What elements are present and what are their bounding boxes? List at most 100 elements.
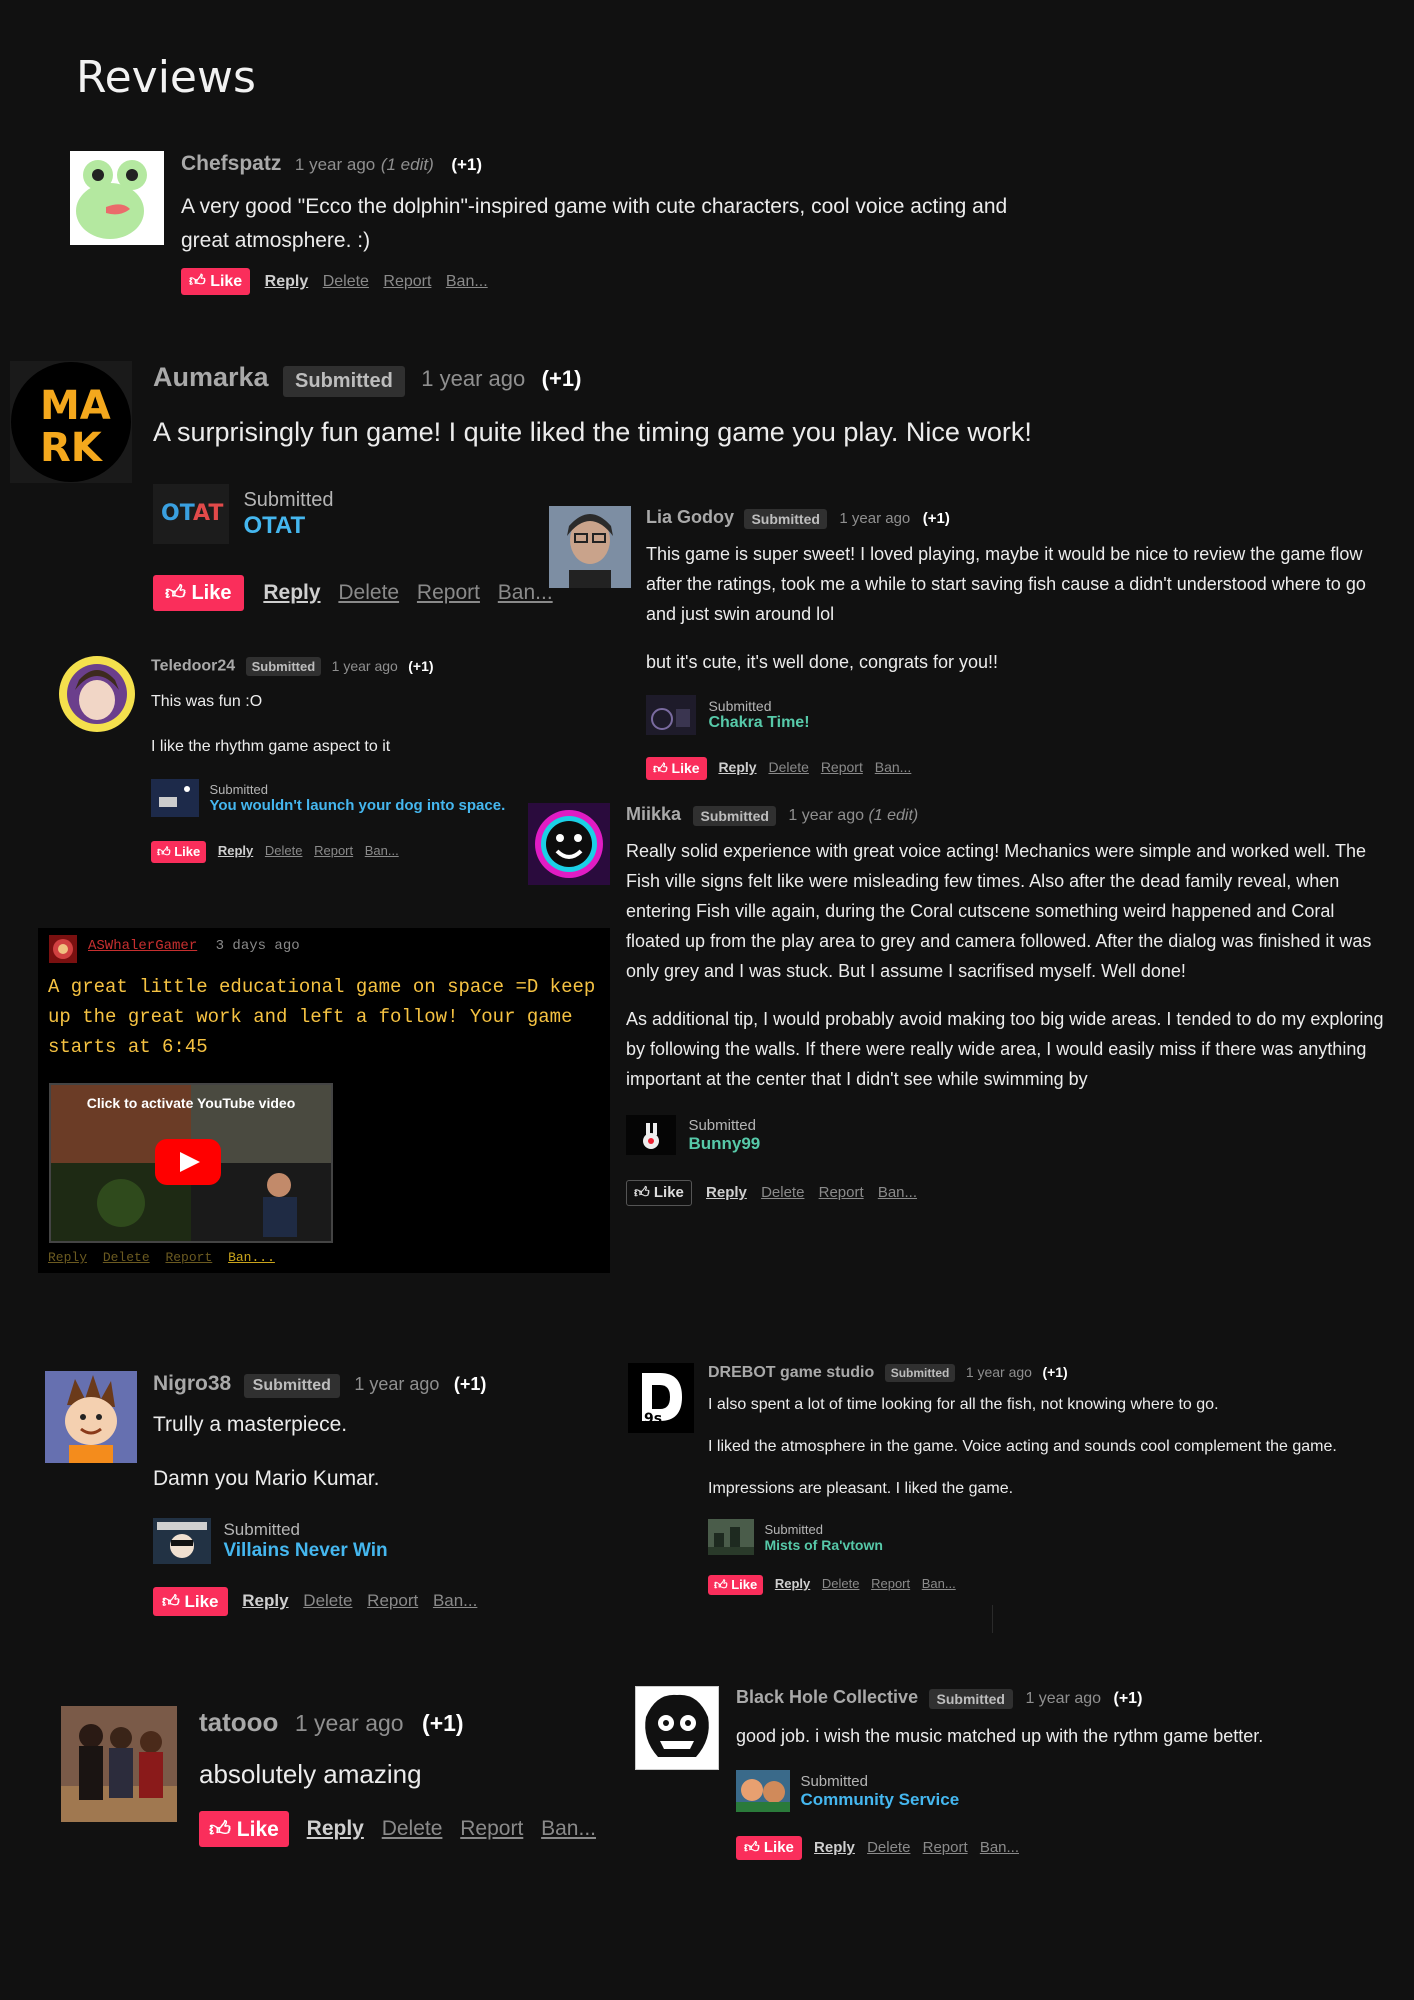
- username[interactable]: tatooo: [199, 1707, 278, 1737]
- timestamp: 1 year ago: [1025, 1690, 1102, 1707]
- review-body: Really solid experience with great voice…: [626, 836, 1386, 1094]
- game-thumbnail[interactable]: [153, 1518, 211, 1564]
- game-thumbnail[interactable]: [708, 1519, 754, 1555]
- delete-link[interactable]: Delete: [382, 1817, 443, 1840]
- report-link[interactable]: Report: [460, 1817, 523, 1840]
- thumbs-up-icon: 👍︎: [162, 1592, 180, 1611]
- like-button[interactable]: 👍︎ Like: [153, 575, 244, 611]
- report-link[interactable]: Report: [923, 1839, 968, 1856]
- community-service-icon: [736, 1770, 790, 1812]
- avatar-aswhalergamer[interactable]: [49, 935, 77, 963]
- delete-link[interactable]: Delete: [323, 273, 369, 290]
- ban-link[interactable]: Ban...: [446, 273, 488, 290]
- game-thumbnail[interactable]: OT AT: [153, 484, 229, 544]
- report-link[interactable]: Report: [871, 1576, 910, 1591]
- avatar-tatooo[interactable]: [61, 1706, 177, 1822]
- game-link[interactable]: OTAT: [243, 512, 333, 540]
- ban-link[interactable]: Ban...: [365, 843, 399, 858]
- delete-link[interactable]: Delete: [761, 1184, 804, 1201]
- like-button[interactable]: 👍︎ Like: [181, 268, 251, 295]
- review-actions: 👍︎ Like Reply Delete Report Ban...: [181, 268, 488, 295]
- delete-link[interactable]: Delete: [822, 1576, 860, 1591]
- reply-link[interactable]: Reply: [263, 581, 320, 604]
- avatar-black-hole-collective[interactable]: [635, 1686, 719, 1770]
- like-button[interactable]: 👍︎ Like: [626, 1180, 692, 1206]
- review-header: ASWhalerGamer 3 days ago: [88, 938, 300, 954]
- game-thumbnail[interactable]: [646, 695, 696, 735]
- reply-link[interactable]: Reply: [718, 759, 756, 775]
- reply-link[interactable]: Reply: [706, 1184, 747, 1201]
- reply-link[interactable]: Reply: [775, 1576, 810, 1591]
- report-link[interactable]: Report: [314, 843, 353, 858]
- timestamp: 1 year ago: [965, 1364, 1032, 1381]
- ban-link[interactable]: Ban...: [498, 581, 553, 604]
- like-button[interactable]: 👍︎ Like: [708, 1575, 764, 1595]
- youtube-embed[interactable]: Click to activate YouTube video: [49, 1083, 333, 1243]
- like-button[interactable]: 👍︎ Like: [199, 1811, 289, 1847]
- chakra-time-icon: [646, 695, 696, 735]
- ban-link[interactable]: Ban...: [228, 1250, 275, 1265]
- game-link[interactable]: Community Service: [800, 1790, 959, 1810]
- reply-link[interactable]: Reply: [48, 1250, 87, 1265]
- reply-link[interactable]: Reply: [242, 1591, 288, 1610]
- avatar-lia-godoy[interactable]: [549, 506, 631, 588]
- reply-link[interactable]: Reply: [265, 273, 309, 290]
- report-link[interactable]: Report: [821, 759, 863, 775]
- report-link[interactable]: Report: [383, 273, 431, 290]
- review-text: I also spent a lot of time looking for a…: [708, 1396, 1219, 1413]
- reply-link[interactable]: Reply: [218, 843, 253, 858]
- like-button[interactable]: 👍︎ Like: [736, 1836, 802, 1860]
- avatar-drebot[interactable]: 9s: [628, 1363, 694, 1433]
- frog-icon: [76, 157, 158, 239]
- reply-link[interactable]: Reply: [307, 1817, 364, 1840]
- game-link[interactable]: Mists of Ra'vtown: [764, 1537, 882, 1553]
- game-link[interactable]: You wouldn't launch your dog into space.: [209, 797, 505, 814]
- like-button[interactable]: 👍︎ Like: [153, 1587, 228, 1616]
- delete-link[interactable]: Delete: [303, 1591, 352, 1610]
- youtube-play-icon[interactable]: [155, 1139, 221, 1185]
- timestamp: 1 year ago: [839, 510, 911, 527]
- username[interactable]: Teledoor24: [151, 658, 235, 675]
- ban-link[interactable]: Ban...: [878, 1184, 917, 1201]
- avatar-chefspatz[interactable]: [70, 151, 164, 245]
- report-link[interactable]: Report: [417, 581, 480, 604]
- username[interactable]: ASWhalerGamer: [88, 938, 197, 954]
- game-thumbnail[interactable]: [736, 1770, 790, 1812]
- review-text: Damn you Mario Kumar.: [153, 1467, 380, 1490]
- game-thumbnail[interactable]: [151, 779, 199, 817]
- review-text: I liked the atmosphere in the game. Voic…: [708, 1438, 1337, 1455]
- like-button[interactable]: 👍︎ Like: [151, 841, 207, 863]
- delete-link[interactable]: Delete: [338, 581, 399, 604]
- anime-character-icon: [59, 656, 135, 732]
- username[interactable]: Black Hole Collective: [736, 1687, 918, 1707]
- delete-link[interactable]: Delete: [867, 1839, 910, 1856]
- game-thumbnail[interactable]: [626, 1115, 676, 1155]
- ban-link[interactable]: Ban...: [980, 1839, 1019, 1856]
- username[interactable]: Aumarka: [153, 362, 269, 392]
- thumbs-up-icon: 👍︎: [189, 273, 206, 290]
- report-link[interactable]: Report: [819, 1184, 864, 1201]
- ban-link[interactable]: Ban...: [875, 759, 912, 775]
- avatar-teledoor24[interactable]: [57, 654, 137, 734]
- reply-link[interactable]: Reply: [814, 1839, 855, 1856]
- username[interactable]: Chefspatz: [181, 152, 281, 175]
- ban-link[interactable]: Ban...: [433, 1591, 477, 1610]
- avatar-aumarka[interactable]: MA RK: [10, 361, 132, 483]
- report-link[interactable]: Report: [165, 1250, 212, 1265]
- avatar-nigro38[interactable]: [45, 1371, 137, 1463]
- ban-link[interactable]: Ban...: [541, 1817, 596, 1840]
- delete-link[interactable]: Delete: [265, 843, 303, 858]
- username[interactable]: Nigro38: [153, 1372, 231, 1395]
- username[interactable]: Lia Godoy: [646, 507, 734, 527]
- delete-link[interactable]: Delete: [768, 759, 808, 775]
- game-link[interactable]: Chakra Time!: [708, 714, 809, 732]
- game-link[interactable]: Bunny99: [688, 1134, 760, 1154]
- avatar-miikka[interactable]: [528, 803, 610, 885]
- delete-link[interactable]: Delete: [103, 1250, 150, 1265]
- username[interactable]: DREBOT game studio: [708, 1364, 874, 1381]
- report-link[interactable]: Report: [367, 1591, 418, 1610]
- game-link[interactable]: Villains Never Win: [223, 1540, 387, 1562]
- like-button[interactable]: 👍︎ Like: [646, 757, 707, 780]
- ban-link[interactable]: Ban...: [922, 1576, 956, 1591]
- username[interactable]: Miikka: [626, 804, 681, 824]
